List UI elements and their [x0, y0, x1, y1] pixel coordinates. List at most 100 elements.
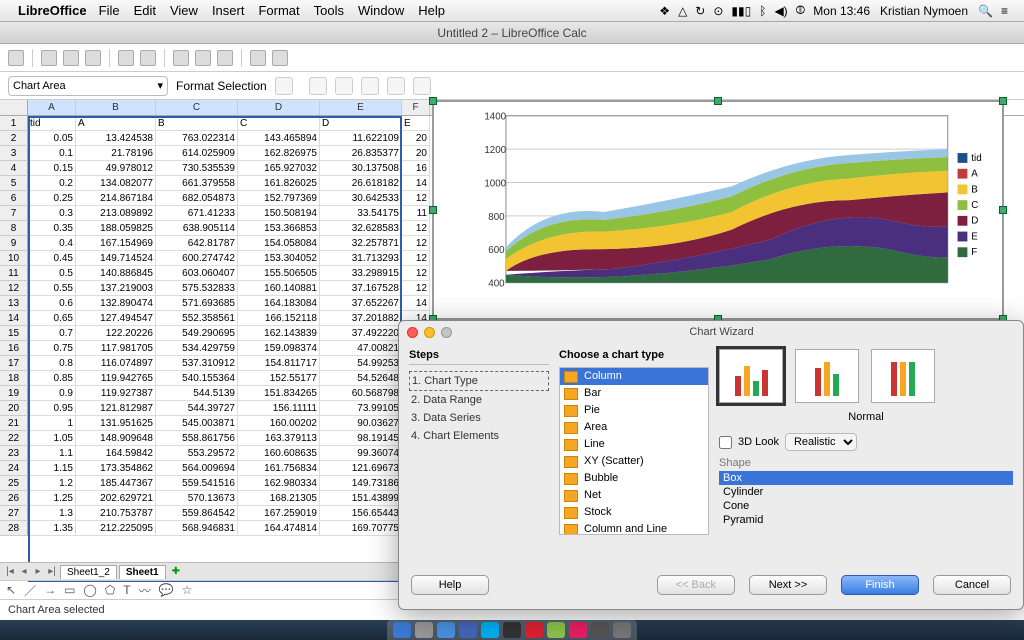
cell[interactable]: 0.35: [28, 221, 76, 236]
cell[interactable]: 1.1: [28, 446, 76, 461]
cell[interactable]: 154.058084: [238, 236, 320, 251]
cell[interactable]: E: [402, 116, 430, 131]
cell[interactable]: 37.652267: [320, 296, 402, 311]
cell[interactable]: 571.693685: [156, 296, 238, 311]
cell[interactable]: 122.20226: [76, 326, 156, 341]
cell[interactable]: 152.797369: [238, 191, 320, 206]
spotlight-icon[interactable]: 🔍: [978, 4, 993, 18]
cell[interactable]: 537.310912: [156, 356, 238, 371]
cell[interactable]: 99.36074: [320, 446, 402, 461]
cell[interactable]: 33.298915: [320, 266, 402, 281]
cell[interactable]: 210.753787: [76, 506, 156, 521]
cell[interactable]: 153.366853: [238, 221, 320, 236]
cell[interactable]: 14: [402, 176, 430, 191]
cell[interactable]: 0.05: [28, 131, 76, 146]
dock-app[interactable]: [613, 622, 631, 638]
cell[interactable]: 0.1: [28, 146, 76, 161]
cell[interactable]: 11.622109: [320, 131, 402, 146]
cell[interactable]: 131.951625: [76, 416, 156, 431]
cell[interactable]: 0.4: [28, 236, 76, 251]
cell[interactable]: 763.022314: [156, 131, 238, 146]
cell[interactable]: 0.55: [28, 281, 76, 296]
cell[interactable]: 119.942765: [76, 371, 156, 386]
shape-list[interactable]: Box Cylinder Cone Pyramid: [719, 471, 1013, 527]
cell[interactable]: 12: [402, 266, 430, 281]
menu-tools[interactable]: Tools: [314, 3, 344, 18]
cell[interactable]: 164.183084: [238, 296, 320, 311]
cell[interactable]: 564.009694: [156, 461, 238, 476]
chart-element-selector[interactable]: Chart Area▾: [8, 76, 168, 96]
cell[interactable]: 164.474814: [238, 521, 320, 536]
cell[interactable]: 54.52648: [320, 371, 402, 386]
cell[interactable]: 0.9: [28, 386, 76, 401]
cell[interactable]: 119.927387: [76, 386, 156, 401]
scale-text-icon[interactable]: [387, 77, 405, 95]
cell[interactable]: 12: [402, 251, 430, 266]
cell[interactable]: 730.535539: [156, 161, 238, 176]
polygon-icon[interactable]: ⬠: [105, 583, 115, 597]
dock-app[interactable]: [591, 622, 609, 638]
cell[interactable]: 163.379113: [238, 431, 320, 446]
cell[interactable]: 30.137508: [320, 161, 402, 176]
cell[interactable]: 134.082077: [76, 176, 156, 191]
pdf-button[interactable]: [118, 50, 134, 66]
finish-button[interactable]: Finish: [841, 575, 919, 595]
row-header[interactable]: 5: [0, 176, 28, 191]
wizard-step[interactable]: 1. Chart Type: [409, 371, 549, 391]
cell[interactable]: 160.608635: [238, 446, 320, 461]
cell[interactable]: 121.69673: [320, 461, 402, 476]
cell[interactable]: 162.143839: [238, 326, 320, 341]
row-header[interactable]: 14: [0, 311, 28, 326]
resize-handle[interactable]: [999, 206, 1007, 214]
cell[interactable]: 149.714524: [76, 251, 156, 266]
notifications-icon[interactable]: ≡: [1001, 4, 1008, 18]
sheet-tab[interactable]: Sheet1: [119, 565, 166, 579]
menubar-clock[interactable]: Mon 13:46: [813, 4, 870, 18]
ellipse-icon[interactable]: ◯: [83, 583, 96, 597]
row-header[interactable]: 10: [0, 251, 28, 266]
cell[interactable]: 162.980334: [238, 476, 320, 491]
cell[interactable]: 54.99253: [320, 356, 402, 371]
row-header[interactable]: 8: [0, 221, 28, 236]
cell[interactable]: 0.5: [28, 266, 76, 281]
cell[interactable]: 164.59842: [76, 446, 156, 461]
cell[interactable]: 37.167528: [320, 281, 402, 296]
new-button[interactable]: [8, 50, 24, 66]
pointer-icon[interactable]: ↖: [6, 583, 16, 597]
resize-handle[interactable]: [714, 97, 722, 105]
cell[interactable]: 188.059825: [76, 221, 156, 236]
cell[interactable]: 161.826025: [238, 176, 320, 191]
cell[interactable]: 30.642533: [320, 191, 402, 206]
cell[interactable]: 37.492220: [320, 326, 402, 341]
cell[interactable]: 160.140881: [238, 281, 320, 296]
resize-handle[interactable]: [429, 97, 437, 105]
cell[interactable]: 600.274742: [156, 251, 238, 266]
cell[interactable]: 185.447367: [76, 476, 156, 491]
cell[interactable]: 214.867184: [76, 191, 156, 206]
col-header[interactable]: A: [28, 100, 76, 115]
cell[interactable]: 1.05: [28, 431, 76, 446]
dock-app[interactable]: [503, 622, 521, 638]
col-header[interactable]: D: [238, 100, 320, 115]
cell[interactable]: 152.55177: [238, 371, 320, 386]
3d-scheme-select[interactable]: Realistic: [785, 433, 857, 451]
cell[interactable]: 213.089892: [76, 206, 156, 221]
col-header[interactable]: E: [320, 100, 402, 115]
rect-icon[interactable]: ▭: [64, 583, 75, 597]
menubar-user[interactable]: Kristian Nymoen: [880, 4, 968, 18]
cell[interactable]: 148.909648: [76, 431, 156, 446]
3d-look-checkbox[interactable]: [719, 436, 732, 449]
cell[interactable]: 20: [402, 131, 430, 146]
cell[interactable]: 12: [402, 221, 430, 236]
callout-icon[interactable]: 💬: [159, 583, 174, 597]
row-header[interactable]: 23: [0, 446, 28, 461]
cell[interactable]: 534.429759: [156, 341, 238, 356]
row-header[interactable]: 15: [0, 326, 28, 341]
row-header[interactable]: 11: [0, 266, 28, 281]
cell[interactable]: 117.981705: [76, 341, 156, 356]
sheet-tab[interactable]: Sheet1_2: [60, 565, 117, 579]
cell[interactable]: 116.074897: [76, 356, 156, 371]
row-header[interactable]: 4: [0, 161, 28, 176]
paste-button[interactable]: [217, 50, 233, 66]
menu-edit[interactable]: Edit: [134, 3, 156, 18]
